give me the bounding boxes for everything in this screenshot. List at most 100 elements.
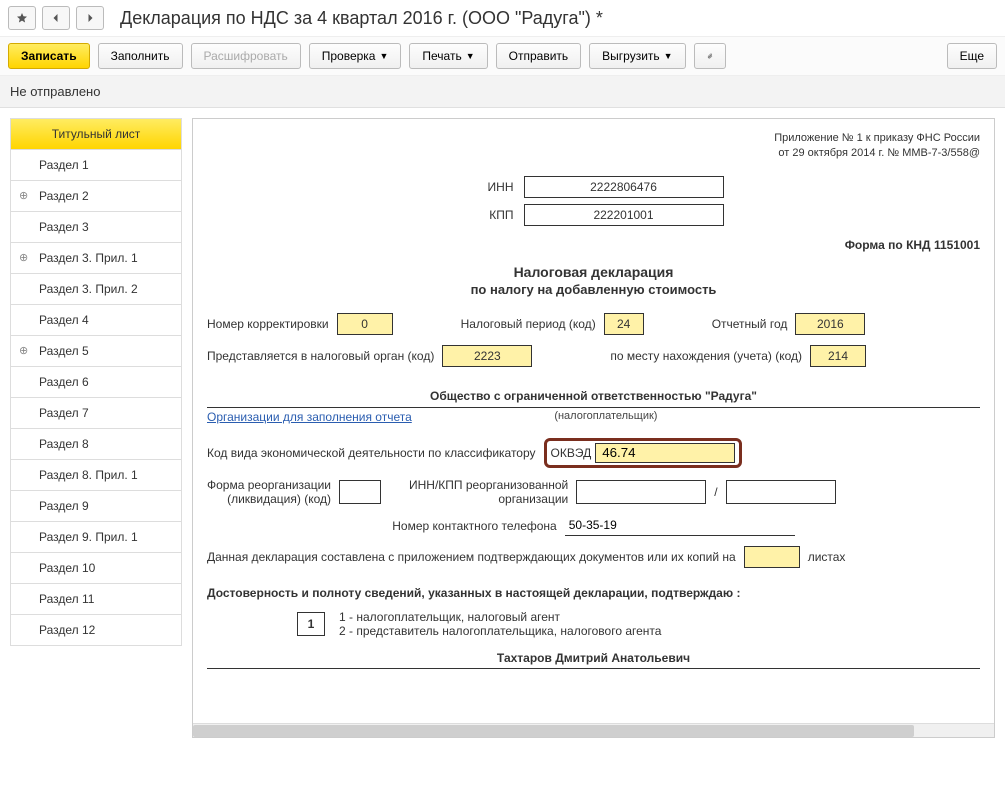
sidebar-item-label: Раздел 9. Прил. 1 xyxy=(39,530,138,544)
sidebar-item-label: Раздел 12 xyxy=(39,623,95,637)
sidebar-item[interactable]: Раздел 3 xyxy=(10,212,182,243)
pages-field[interactable] xyxy=(744,546,800,568)
sidebar-item-label: Раздел 1 xyxy=(39,158,89,172)
titlebar: Декларация по НДС за 4 квартал 2016 г. (… xyxy=(0,0,1005,36)
expand-icon[interactable]: ⊕ xyxy=(19,251,28,264)
expand-icon[interactable]: ⊕ xyxy=(19,189,28,202)
sidebar-item[interactable]: ⊕ Раздел 2 xyxy=(10,181,182,212)
sidebar-item-label: Раздел 9 xyxy=(39,499,89,513)
kpp-label: КПП xyxy=(464,208,524,222)
sidebar-item-label: Раздел 8. Прил. 1 xyxy=(39,468,138,482)
sidebar-item[interactable]: Раздел 8 xyxy=(10,429,182,460)
attach-button[interactable] xyxy=(694,43,726,69)
reorg-inn-label-1: ИНН/КПП реорганизованной xyxy=(409,478,568,492)
form-content: Приложение № 1 к приказу ФНС России от 2… xyxy=(192,118,995,738)
phone-field[interactable] xyxy=(565,516,795,536)
org-name: Общество с ограниченной ответственностью… xyxy=(207,385,980,408)
okved-field[interactable] xyxy=(595,443,735,463)
sidebar-item[interactable]: ⊕ Раздел 5 xyxy=(10,336,182,367)
kpp-field[interactable]: 222201001 xyxy=(524,204,724,226)
sidebar-item[interactable]: Раздел 10 xyxy=(10,553,182,584)
sidebar-item-label: Раздел 11 xyxy=(39,592,94,606)
period-label: Налоговый период (код) xyxy=(461,317,596,331)
scroll-thumb[interactable] xyxy=(193,725,914,737)
okved-highlight: ОКВЭД xyxy=(544,438,743,468)
sidebar-item[interactable]: ⊕ Раздел 3. Прил. 1 xyxy=(10,243,182,274)
sidebar-item[interactable]: Раздел 8. Прил. 1 xyxy=(10,460,182,491)
sidebar-item-label: Раздел 10 xyxy=(39,561,95,575)
tax-auth-field[interactable]: 2223 xyxy=(442,345,532,367)
status-bar: Не отправлено xyxy=(0,76,1005,108)
expand-icon[interactable]: ⊕ xyxy=(19,344,28,357)
sidebar-item[interactable]: Раздел 1 xyxy=(10,150,182,181)
workspace: Титульный лист Раздел 1 ⊕ Раздел 2 Раздел 3 ⊕… xyxy=(0,108,1005,748)
sidebar-item[interactable]: Раздел 3. Прил. 2 xyxy=(10,274,182,305)
sidebar-item[interactable]: Раздел 9. Прил. 1 xyxy=(10,522,182,553)
annex-note: Приложение № 1 к приказу ФНС России от 2… xyxy=(207,131,980,162)
place-field[interactable]: 214 xyxy=(810,345,866,367)
back-button[interactable] xyxy=(42,6,70,30)
tax-auth-label: Представляется в налоговый орган (код) xyxy=(207,349,434,363)
year-field[interactable]: 2016 xyxy=(795,313,865,335)
inn-field[interactable]: 2222806476 xyxy=(524,176,724,198)
reorg-kpp-field[interactable] xyxy=(726,480,836,504)
signer-name: Тахтаров Дмитрий Анатольевич xyxy=(207,648,980,669)
more-button[interactable]: Еще xyxy=(947,43,997,69)
confirm-opt-2: 2 - представитель налогоплательщика, нал… xyxy=(339,624,661,638)
sidebar-item-label: Раздел 6 xyxy=(39,375,89,389)
corr-label: Номер корректировки xyxy=(207,317,329,331)
horizontal-scrollbar[interactable] xyxy=(193,723,994,737)
upload-button[interactable]: Выгрузить▼ xyxy=(589,43,685,69)
declaration-title: Налоговая декларация xyxy=(207,264,980,280)
sidebar-item[interactable]: Титульный лист xyxy=(10,118,182,150)
fill-button[interactable]: Заполнить xyxy=(98,43,183,69)
reorg-label-2: (ликвидация) (код) xyxy=(207,492,331,506)
inn-label: ИНН xyxy=(464,180,524,194)
sidebar-item[interactable]: Раздел 12 xyxy=(10,615,182,646)
reorg-code-field[interactable] xyxy=(339,480,381,504)
sidebar-item[interactable]: Раздел 11 xyxy=(10,584,182,615)
sidebar-item-label: Раздел 7 xyxy=(39,406,89,420)
org-fill-link[interactable]: Организации для заполнения отчета xyxy=(207,410,412,424)
place-label: по месту нахождения (учета) (код) xyxy=(610,349,802,363)
send-button[interactable]: Отправить xyxy=(496,43,582,69)
confirm-code-field[interactable]: 1 xyxy=(297,612,325,636)
okved-short-label: ОКВЭД xyxy=(551,446,592,460)
sidebar-item[interactable]: Раздел 6 xyxy=(10,367,182,398)
corr-field[interactable]: 0 xyxy=(337,313,393,335)
decode-button: Расшифровать xyxy=(191,43,301,69)
taxpayer-label: (налогоплательщик) xyxy=(412,410,800,424)
sidebar-item-label: Раздел 2 xyxy=(39,189,89,203)
attach-text-1: Данная декларация составлена с приложени… xyxy=(207,550,736,564)
reorg-label-1: Форма реорганизации xyxy=(207,478,331,492)
confirm-opt-1: 1 - налогоплательщик, налоговый агент xyxy=(339,610,661,624)
year-label: Отчетный год xyxy=(712,317,788,331)
sidebar-item[interactable]: Раздел 4 xyxy=(10,305,182,336)
page-title: Декларация по НДС за 4 квартал 2016 г. (… xyxy=(120,8,603,29)
sidebar-item-label: Раздел 3 xyxy=(39,220,89,234)
attach-text-2: листах xyxy=(808,550,846,564)
sidebar-item-label: Раздел 4 xyxy=(39,313,89,327)
confirm-title: Достоверность и полноту сведений, указан… xyxy=(207,586,980,600)
sidebar-item-label: Раздел 3. Прил. 1 xyxy=(39,251,138,265)
sidebar-item[interactable]: Раздел 9 xyxy=(10,491,182,522)
form-code: Форма по КНД 1151001 xyxy=(207,238,980,252)
sidebar-item-label: Раздел 8 xyxy=(39,437,89,451)
period-field[interactable]: 24 xyxy=(604,313,644,335)
forward-button[interactable] xyxy=(76,6,104,30)
sidebar-item-label: Раздел 5 xyxy=(39,344,89,358)
okved-label: Код вида экономической деятельности по к… xyxy=(207,446,536,460)
sidebar: Титульный лист Раздел 1 ⊕ Раздел 2 Раздел 3 ⊕… xyxy=(10,118,182,738)
phone-label: Номер контактного телефона xyxy=(392,519,556,533)
toolbar: Записать Заполнить Расшифровать Проверка… xyxy=(0,36,1005,76)
sidebar-item-label: Титульный лист xyxy=(52,127,141,141)
reorg-inn-field[interactable] xyxy=(576,480,706,504)
print-button[interactable]: Печать▼ xyxy=(409,43,487,69)
check-button[interactable]: Проверка▼ xyxy=(309,43,402,69)
write-button[interactable]: Записать xyxy=(8,43,90,69)
sidebar-item[interactable]: Раздел 7 xyxy=(10,398,182,429)
declaration-subtitle: по налогу на добавленную стоимость xyxy=(207,282,980,297)
favorite-button[interactable] xyxy=(8,6,36,30)
reorg-inn-label-2: организации xyxy=(409,492,568,506)
sidebar-item-label: Раздел 3. Прил. 2 xyxy=(39,282,138,296)
